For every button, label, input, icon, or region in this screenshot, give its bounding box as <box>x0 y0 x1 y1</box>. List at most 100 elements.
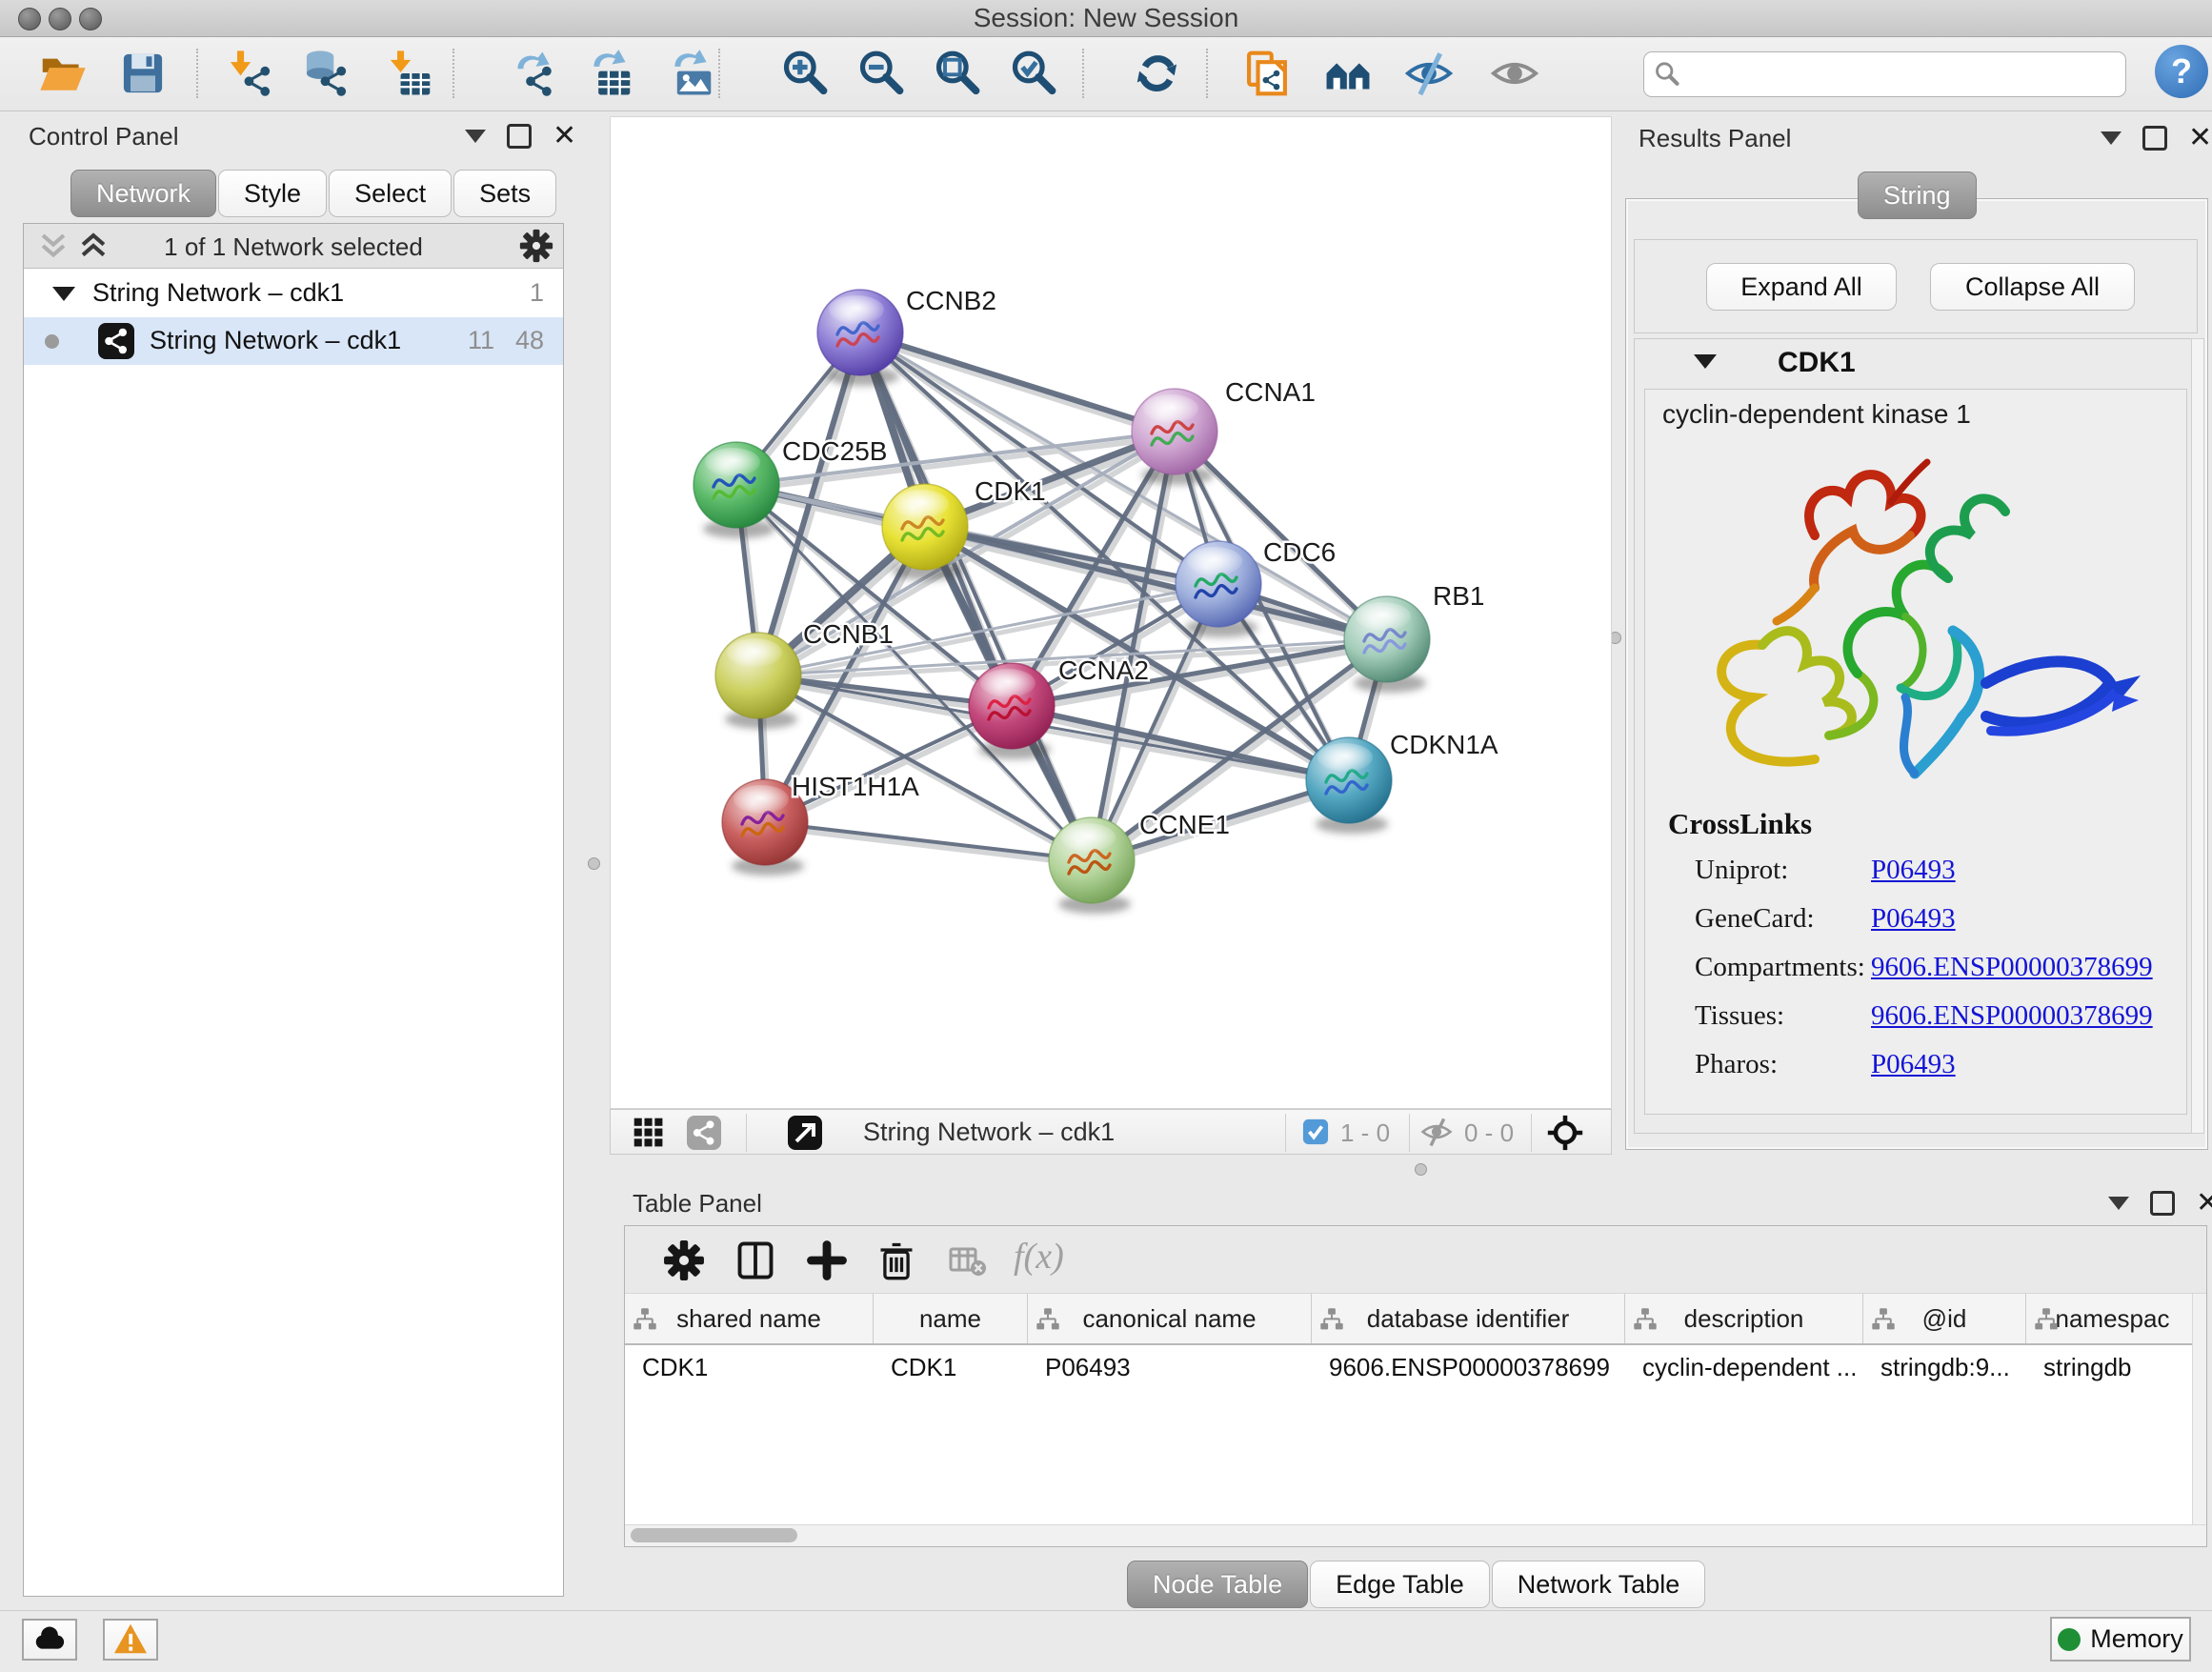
tab-edge-table[interactable]: Edge Table <box>1310 1561 1490 1608</box>
collection-count: 1 <box>530 278 544 308</box>
column-header-database-identifier[interactable]: database identifier <box>1312 1294 1625 1343</box>
column-header-name[interactable]: name <box>874 1294 1028 1343</box>
column-header-namespac[interactable]: namespac <box>2026 1294 2200 1343</box>
splitter-grip[interactable] <box>1415 1163 1427 1176</box>
network-node-CDC25B[interactable] <box>694 442 779 538</box>
panel-minimize-icon[interactable] <box>2108 1197 2129 1210</box>
disclosure-triangle-icon[interactable] <box>52 287 75 301</box>
hide-selected-icon[interactable] <box>1402 47 1456 100</box>
zoom-fit-icon[interactable] <box>931 47 984 100</box>
hidden-eye-slash-icon[interactable] <box>1420 1116 1453 1148</box>
network-collection-row[interactable]: String Network – cdk1 1 <box>24 270 563 317</box>
memory-button[interactable]: Memory <box>2050 1617 2191 1662</box>
network-node-CCNE1[interactable] <box>1049 817 1135 914</box>
tab-network[interactable]: Network <box>70 170 216 217</box>
table-row[interactable]: CDK1CDK1P064939606.ENSP00000378699cyclin… <box>625 1345 2206 1389</box>
window-close-icon[interactable] <box>18 8 41 30</box>
panel-close-icon[interactable]: ✕ <box>2188 129 2212 148</box>
first-neighbors-icon[interactable] <box>1321 47 1375 100</box>
panel-minimize-icon[interactable] <box>465 130 486 143</box>
node-label-CDC25B: CDC25B <box>782 436 887 466</box>
crosslink-link[interactable]: 9606.ENSP00000378699 <box>1871 1000 2153 1031</box>
import-network-database-icon[interactable] <box>299 47 352 100</box>
selected-checkbox-icon[interactable] <box>1302 1118 1329 1145</box>
panel-float-icon[interactable] <box>2142 126 2167 151</box>
network-edge[interactable] <box>860 332 1175 432</box>
gear-icon[interactable] <box>519 229 553 263</box>
network-edge[interactable] <box>765 822 1092 860</box>
hierarchy-icon <box>1319 1307 1344 1332</box>
window-minimize-icon[interactable] <box>49 8 71 30</box>
tab-select[interactable]: Select <box>329 170 452 217</box>
panel-float-icon[interactable] <box>507 124 532 149</box>
crosslink-link[interactable]: P06493 <box>1871 903 1956 934</box>
tab-sets[interactable]: Sets <box>453 170 556 217</box>
scrollbar-thumb[interactable] <box>631 1528 797 1542</box>
crosslink-row: Pharos:P06493 <box>1695 1049 2171 1098</box>
zoom-out-icon[interactable] <box>855 47 908 100</box>
external-link-icon[interactable] <box>788 1116 822 1150</box>
zoom-selected-icon[interactable] <box>1007 47 1060 100</box>
panel-close-icon[interactable]: ✕ <box>2196 1194 2212 1213</box>
table-toolbar: f(x) <box>625 1226 2206 1294</box>
panel-minimize-icon[interactable] <box>2101 131 2122 145</box>
toolbar-separator <box>718 49 720 98</box>
crosslink-link[interactable]: P06493 <box>1871 855 1956 885</box>
birds-eye-view-icon[interactable] <box>632 1116 666 1150</box>
crosslink-link[interactable]: P06493 <box>1871 1049 1956 1079</box>
network-node-CDKN1A[interactable] <box>1306 737 1392 834</box>
tab-network-table[interactable]: Network Table <box>1492 1561 1706 1608</box>
panel-close-icon[interactable]: ✕ <box>553 127 576 146</box>
network-canvas[interactable]: CCNB2CCNA1CDC25BCDK1CDC6RB1CCNB1CCNA2CDK… <box>610 116 1612 1109</box>
network-node-CDC6[interactable] <box>1176 541 1261 637</box>
splitter-grip[interactable] <box>588 857 600 870</box>
table-tabs: Node TableEdge TableNetwork Table <box>1127 1561 1707 1608</box>
hierarchy-icon <box>633 1307 657 1332</box>
warning-icon[interactable] <box>103 1619 158 1661</box>
column-header--id[interactable]: @id <box>1863 1294 2026 1343</box>
zoom-in-icon[interactable] <box>778 47 832 100</box>
window-zoom-icon[interactable] <box>79 8 102 30</box>
column-header-description[interactable]: description <box>1625 1294 1863 1343</box>
table-gear-icon[interactable] <box>663 1239 705 1281</box>
save-session-icon[interactable] <box>116 47 170 100</box>
column-header-canonical-name[interactable]: canonical name <box>1028 1294 1312 1343</box>
network-type-icon[interactable] <box>687 1116 721 1150</box>
delete-column-icon[interactable] <box>875 1239 917 1281</box>
tab-string[interactable]: String <box>1858 171 1977 219</box>
table-columns-icon[interactable] <box>734 1239 776 1281</box>
export-network-icon[interactable] <box>507 47 560 100</box>
hierarchy-icon <box>1633 1307 1658 1332</box>
crosslink-link[interactable]: 9606.ENSP00000378699 <box>1871 952 2153 982</box>
panel-float-icon[interactable] <box>2150 1191 2175 1216</box>
help-icon[interactable]: ? <box>2155 45 2208 98</box>
export-image-icon[interactable] <box>664 47 717 100</box>
disclosure-triangle-icon[interactable] <box>1694 354 1717 369</box>
expand-all-button[interactable]: Expand All <box>1706 263 1897 311</box>
table-horizontal-scrollbar[interactable] <box>625 1524 2206 1546</box>
column-header-shared-name[interactable]: shared name <box>625 1294 874 1343</box>
collapse-all-button[interactable]: Collapse All <box>1930 263 2135 311</box>
table-vertical-scrollbar[interactable] <box>2192 1294 2206 1524</box>
search-input[interactable] <box>1686 56 2119 92</box>
cloud-icon[interactable] <box>22 1619 77 1661</box>
refresh-icon[interactable] <box>1131 47 1184 100</box>
network-edge[interactable] <box>1012 706 1349 780</box>
network-node-CCNB1[interactable] <box>715 633 801 729</box>
network-node-CCNA1[interactable] <box>1132 389 1217 485</box>
open-session-icon[interactable] <box>36 47 90 100</box>
tab-style[interactable]: Style <box>218 170 327 217</box>
clone-network-icon[interactable] <box>1240 47 1294 100</box>
show-all-icon[interactable] <box>1488 47 1541 100</box>
tab-node-table[interactable]: Node Table <box>1127 1561 1308 1608</box>
add-column-icon[interactable] <box>806 1239 848 1281</box>
table-panel: Table Panel ✕ f(x) <box>617 1181 2212 1610</box>
import-network-file-icon[interactable] <box>223 47 276 100</box>
fit-crosshair-icon[interactable] <box>1546 1114 1584 1152</box>
export-table-icon[interactable] <box>583 47 636 100</box>
results-scrollbar[interactable] <box>2191 338 2204 1134</box>
network-node-RB1[interactable] <box>1344 596 1430 693</box>
import-table-icon[interactable] <box>383 47 436 100</box>
network-row[interactable]: String Network – cdk1 11 48 <box>24 317 563 365</box>
column-label: @id <box>1922 1304 1967 1334</box>
